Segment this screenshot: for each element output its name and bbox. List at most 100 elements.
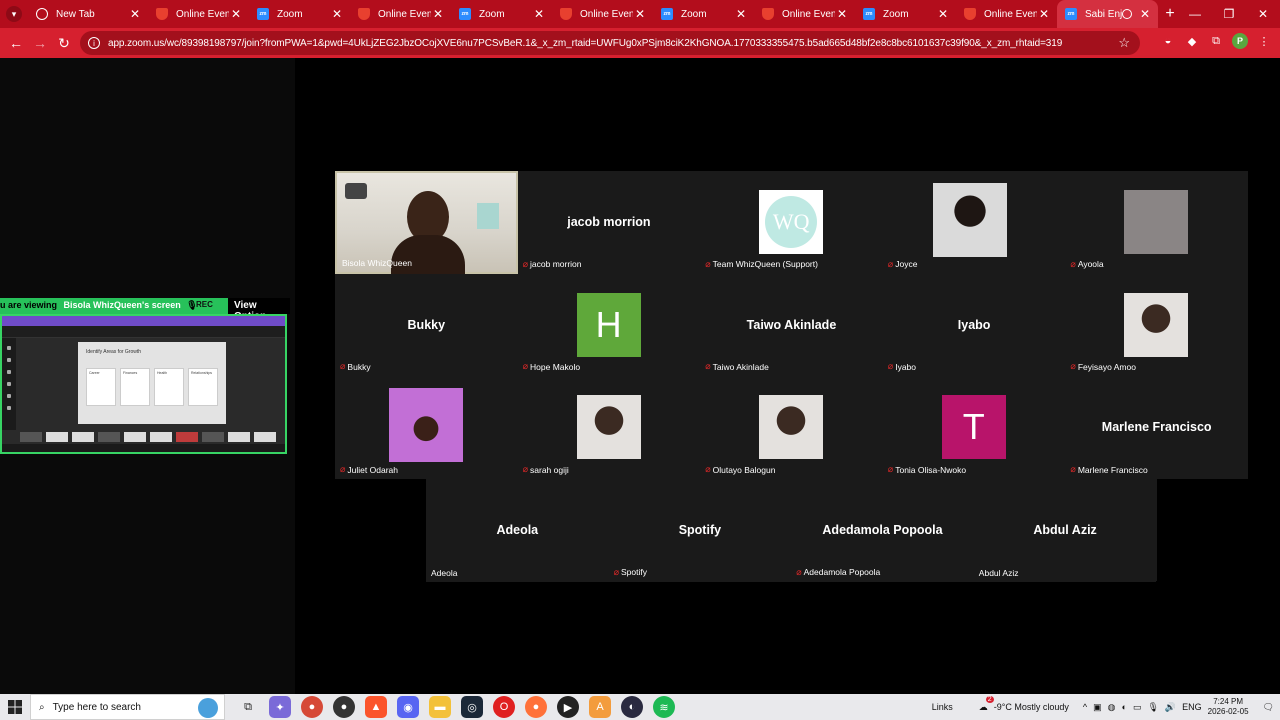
participant-tile[interactable]: Abdul Aziz Abdul Aziz xyxy=(973,479,1157,582)
puzzle-icon[interactable]: ⧉ xyxy=(1208,33,1224,49)
close-tab-icon[interactable]: ✕ xyxy=(128,7,142,21)
close-tab-icon[interactable]: ✕ xyxy=(229,7,243,21)
bookmark-star-icon[interactable]: ☆ xyxy=(1118,35,1130,51)
discord-icon[interactable]: ◉ xyxy=(397,696,419,718)
microphone-icon[interactable]: 🎙 xyxy=(1147,702,1158,713)
proton-icon[interactable]: ◐ xyxy=(621,696,643,718)
participant-tile[interactable]: H ⌀ Hope Makolo xyxy=(517,273,701,377)
participant-name-label: ⌀ Joyce xyxy=(888,259,918,270)
browser-tab[interactable]: New Tab ✕ xyxy=(28,0,148,28)
file-explorer-icon[interactable]: ▬ xyxy=(429,696,451,718)
close-window-button[interactable]: ✕ xyxy=(1246,0,1280,28)
participant-tile[interactable]: ⌀ Juliet Odarah xyxy=(335,376,518,480)
close-tab-icon[interactable]: ✕ xyxy=(431,7,445,21)
shared-screen[interactable]: Identify Areas for Growth Career Finance… xyxy=(0,314,287,454)
close-tab-icon[interactable]: ✕ xyxy=(734,7,748,21)
participant-tile[interactable]: T ⌀ Tonia Olisa-Nwoko xyxy=(882,376,1066,480)
browser-tab[interactable]: zm Zoom ✕ xyxy=(653,0,754,28)
participant-tile[interactable]: Adeola Adeola xyxy=(426,479,609,582)
browser-tab[interactable]: zm Sabi Enjoy ✕ xyxy=(1057,0,1158,28)
window-controls: — ❐ ✕ xyxy=(1178,0,1280,28)
participant-tile[interactable]: Taiwo Akinlade ⌀ Taiwo Akinlade xyxy=(700,273,883,377)
app-icon[interactable]: A xyxy=(589,696,611,718)
participant-display-name: Spotify xyxy=(678,523,722,537)
url-bar[interactable]: i app.zoom.us/wc/89398198797/join?fromPW… xyxy=(80,31,1140,55)
steam-icon[interactable]: ◎ xyxy=(461,696,483,718)
participant-tile[interactable]: ⌀ Ayoola xyxy=(1065,171,1248,274)
participant-avatar xyxy=(759,395,824,460)
taskbar-search[interactable]: ⌕ Type here to search xyxy=(30,694,225,720)
participant-tile[interactable]: ⌀ Feyisayo Amoo xyxy=(1065,273,1248,377)
participant-tile[interactable]: Bukky ⌀ Bukky xyxy=(335,273,518,377)
reload-button[interactable]: ↻ xyxy=(52,35,76,52)
back-button[interactable]: ← xyxy=(4,35,28,51)
opera-icon[interactable]: O xyxy=(493,696,515,718)
slide-card: Career xyxy=(86,368,116,406)
participant-tile[interactable]: Iyabo ⌀ Iyabo xyxy=(882,273,1066,377)
chrome-dark-icon[interactable]: ● xyxy=(333,696,355,718)
participant-tile[interactable]: Spotify ⌀ Spotify xyxy=(608,479,792,582)
tray-app-icon[interactable]: ▣ xyxy=(1093,702,1102,713)
spotify-icon[interactable]: ≋ xyxy=(653,696,675,718)
muted-mic-icon: ⌀ xyxy=(1070,464,1076,475)
participant-tile[interactable]: WQ ⌀ Team WhizQueen (Support) xyxy=(700,171,883,274)
maximize-button[interactable]: ❐ xyxy=(1212,0,1246,28)
close-tab-icon[interactable]: ✕ xyxy=(1037,7,1051,21)
notifications-icon[interactable]: 🗨 xyxy=(1263,702,1274,713)
browser-tab[interactable]: Online Event P✕ xyxy=(148,0,249,28)
weather-text[interactable]: -9°C Mostly cloudy xyxy=(994,702,1069,712)
participant-display-name: jacob morrion xyxy=(567,215,651,229)
forward-button[interactable]: → xyxy=(28,35,52,51)
close-tab-icon[interactable]: ✕ xyxy=(1138,7,1152,21)
participant-tile[interactable]: Bisola WhizQueen xyxy=(335,171,518,275)
links-toolbar[interactable]: Links xyxy=(932,702,953,712)
close-tab-icon[interactable]: ✕ xyxy=(330,7,344,21)
browser-tab[interactable]: Online Event P✕ xyxy=(956,0,1057,28)
participant-tile[interactable]: ⌀ Joyce xyxy=(882,171,1066,274)
participant-tile[interactable]: ⌀ sarah ogiji xyxy=(517,376,701,480)
media-player-icon[interactable]: ▶ xyxy=(557,696,579,718)
chrome-icon[interactable]: ● xyxy=(301,696,323,718)
participant-tile[interactable]: ⌀ Olutayo Balogun xyxy=(700,376,883,480)
menu-icon[interactable]: ⋮ xyxy=(1256,33,1272,49)
participant-tile[interactable]: jacob morrion ⌀ jacob morrion xyxy=(517,171,701,274)
participant-name: Abdul Aziz xyxy=(978,567,1019,578)
participant-name-label: ⌀ Juliet Odarah xyxy=(340,464,398,475)
close-tab-icon[interactable]: ✕ xyxy=(532,7,546,21)
network-icon[interactable]: ▭ xyxy=(1133,702,1142,713)
brave-icon[interactable]: ▲ xyxy=(365,696,387,718)
tray-app-icon[interactable]: ◍ xyxy=(1108,702,1116,713)
show-hidden-icons[interactable]: ^ xyxy=(1083,702,1087,712)
clock[interactable]: 7:24 PM 2026-02-05 xyxy=(1208,697,1249,717)
browser-tab[interactable]: Online Event P✕ xyxy=(350,0,451,28)
weather-icon[interactable]: ☁ 2 xyxy=(979,695,994,713)
minimize-button[interactable]: — xyxy=(1178,0,1212,28)
tray-app-icon[interactable]: ◐ xyxy=(1122,702,1127,712)
extension-icon[interactable]: ◆ xyxy=(1184,33,1200,49)
close-tab-icon[interactable]: ✕ xyxy=(936,7,950,21)
tab-search-button[interactable]: ▾ xyxy=(0,0,28,28)
start-button[interactable] xyxy=(0,694,30,720)
volume-icon[interactable]: 🔊 xyxy=(1165,702,1176,713)
participant-avatar xyxy=(576,395,641,460)
participant-tile[interactable]: Adedamola Popoola ⌀ Adedamola Popoola xyxy=(791,479,974,582)
close-tab-icon[interactable]: ✕ xyxy=(633,7,647,21)
browser-tab[interactable]: zm Zoom ✕ xyxy=(249,0,350,28)
browser-tab[interactable]: Online Event P✕ xyxy=(552,0,653,28)
profile-avatar[interactable]: P xyxy=(1232,33,1248,49)
task-view-icon[interactable]: ⧉ xyxy=(237,696,259,718)
site-info-icon[interactable]: i xyxy=(88,37,100,49)
firefox-icon[interactable]: ● xyxy=(525,696,547,718)
browser-tab[interactable]: zm Zoom ✕ xyxy=(451,0,552,28)
participant-name: Bukky xyxy=(347,361,371,372)
language-indicator[interactable]: ENG xyxy=(1182,702,1202,712)
browser-tab[interactable]: zm Zoom ✕ xyxy=(855,0,956,28)
close-tab-icon[interactable]: ✕ xyxy=(835,7,849,21)
browser-tab[interactable]: Online Event P✕ xyxy=(754,0,855,28)
participant-name-label: ⌀ Hope Makolo xyxy=(523,361,581,372)
participant-display-name: Iyabo xyxy=(957,317,991,332)
copilot-icon[interactable]: ✦ xyxy=(269,696,291,718)
participant-tile[interactable]: Marlene Francisco ⌀ Marlene Francisco xyxy=(1065,376,1248,480)
incognito-icon[interactable]: ◒ xyxy=(1160,33,1176,49)
view-options-button[interactable]: View Option xyxy=(228,298,290,322)
